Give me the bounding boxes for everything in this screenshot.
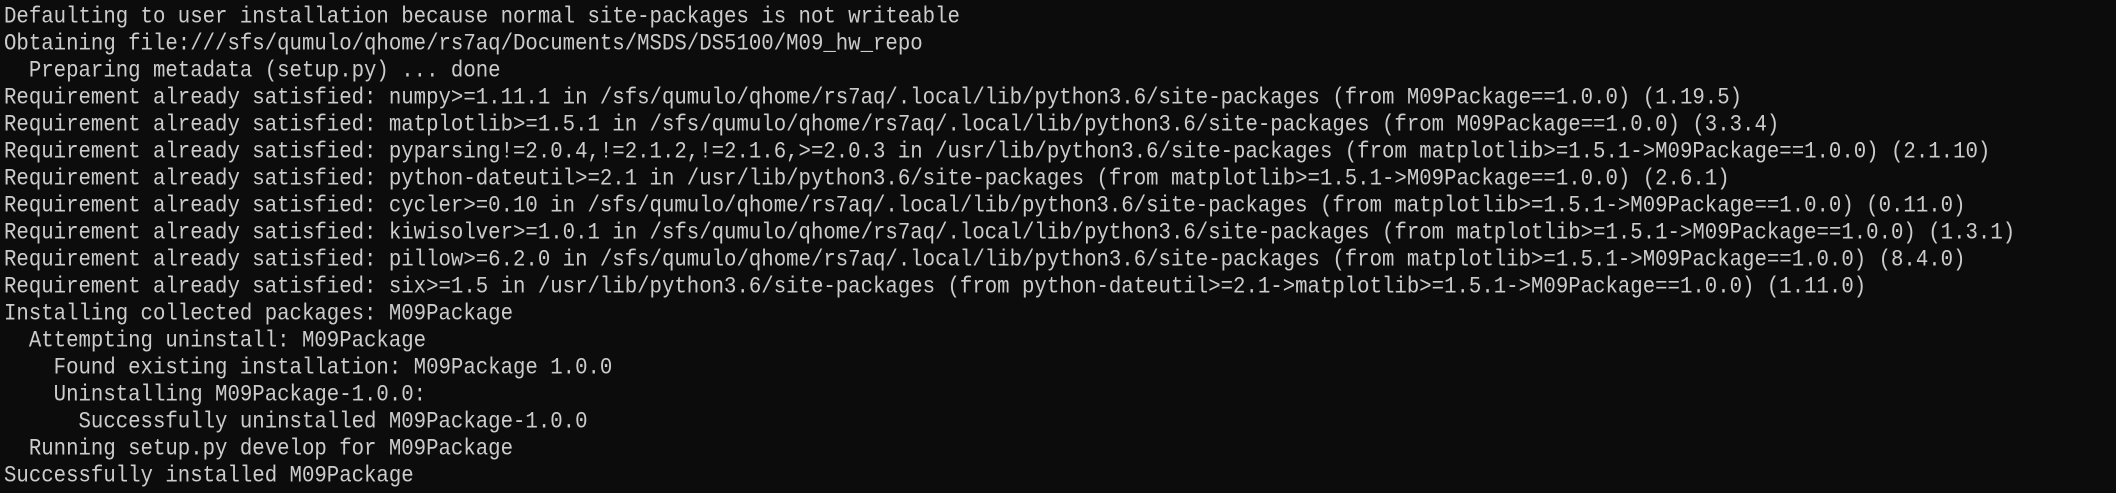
terminal-line: Requirement already satisfied: python-da… <box>4 166 1730 193</box>
terminal-line: Installing collected packages: M09Packag… <box>4 301 513 328</box>
terminal-line: Preparing metadata (setup.py) ... done <box>4 58 501 85</box>
terminal-line: Defaulting to user installation because … <box>4 4 960 31</box>
terminal-line: Requirement already satisfied: pyparsing… <box>4 139 1991 166</box>
terminal-line: Uninstalling M09Package-1.0.0: <box>4 382 427 409</box>
terminal-line: Running setup.py develop for M09Package <box>4 436 513 463</box>
terminal-line: Successfully installed M09Package <box>4 463 414 490</box>
terminal-line: Requirement already satisfied: numpy>=1.… <box>4 85 1743 112</box>
terminal-line: Obtaining file:///sfs/qumulo/qhome/rs7aq… <box>4 31 923 58</box>
terminal-line: Attempting uninstall: M09Package <box>4 328 427 355</box>
terminal-line: Found existing installation: M09Package … <box>4 355 613 382</box>
terminal-line: Successfully uninstalled M09Package-1.0.… <box>4 409 588 436</box>
terminal-line: Requirement already satisfied: matplotli… <box>4 112 1780 139</box>
terminal-line: Requirement already satisfied: pillow>=6… <box>4 247 1966 274</box>
terminal-line: Requirement already satisfied: cycler>=0… <box>4 193 1966 220</box>
terminal-output[interactable]: Defaulting to user installation because … <box>4 4 2116 490</box>
terminal-line: Requirement already satisfied: six>=1.5 … <box>4 274 1867 301</box>
terminal-line: Requirement already satisfied: kiwisolve… <box>4 220 2016 247</box>
